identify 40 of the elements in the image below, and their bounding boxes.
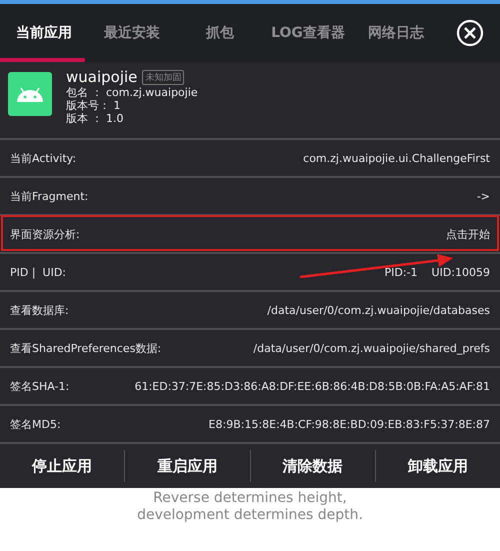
info-row[interactable]: 查看数据库: /data/user/0/com.zj.wuaipojie/databases	[0, 290, 500, 328]
caption-text: Reverse determines height,	[152, 490, 348, 507]
action-button[interactable]: 停止应用	[0, 444, 124, 488]
tab[interactable]: 抓包	[176, 4, 264, 62]
info-row[interactable]: 查看SharedPreferences数据: /data/user/0/com.zj.wuaipojie/shared_prefs	[0, 328, 500, 366]
info-row[interactable]: 界面资源分析: 点击开始	[0, 214, 500, 252]
row-value: com.zj.wuaipojie.ui.ChallengeFirst	[303, 152, 490, 164]
caption-text: development determines depth.	[136, 507, 364, 524]
row-value: /data/user/0/com.zj.wuaipojie/databases	[267, 304, 490, 316]
row-label: PID | UID:	[10, 266, 66, 278]
tab[interactable]: LOG查看器	[264, 4, 352, 62]
row-label: 签名SHA-1:	[10, 378, 70, 394]
row-label: 当前Fragment:	[10, 188, 88, 204]
row-label: 查看SharedPreferences数据:	[10, 340, 162, 356]
protection-tag: 未知加固	[142, 70, 184, 84]
row-label: 查看数据库:	[10, 302, 69, 318]
info-row[interactable]: PID | UID: PID:-1 UID:10059	[0, 252, 500, 290]
app-detail: 版本 ： 1.0	[66, 112, 124, 125]
info-row[interactable]: 签名MD5: E8:9B:15:8E:4B:CF:98:8E:BD:09:EB:83:F5:37:8E:87	[0, 404, 500, 442]
app-detail: 包名 ： com.zj.wuaipojie	[66, 86, 198, 99]
row-value: PID:-1 UID:10059	[384, 266, 490, 278]
row-label: 签名MD5:	[10, 416, 61, 432]
info-row[interactable]: 签名SHA-1: 61:ED:37:7E:85:D3:86:A8:DF:EE:6B:86:4B:D8:5B:0B:FA:A5:AF:81	[0, 366, 500, 404]
row-label: 当前Activity:	[10, 150, 76, 166]
app-detail: 版本号： 1	[66, 99, 122, 112]
row-value: E8:9B:15:8E:4B:CF:98:8E:BD:09:EB:83:F5:37:8E:87	[208, 418, 490, 430]
action-button[interactable]: 卸载应用	[376, 444, 500, 488]
row-value: 点击开始	[446, 226, 490, 242]
info-row[interactable]: 当前Activity: com.zj.wuaipojie.ui.ChallengeFirst	[0, 138, 500, 176]
row-value: 61:ED:37:7E:85:D3:86:A8:DF:EE:6B:86:4B:D8:5B:0B:FA:A5:AF:81	[134, 380, 490, 392]
action-button[interactable]: 重启应用	[125, 444, 250, 488]
info-row[interactable]: 当前Fragment: ->	[0, 176, 500, 214]
tab[interactable]: 最近安装	[88, 4, 176, 62]
action-button[interactable]: 清除数据	[250, 444, 375, 488]
tab[interactable]: 网络日志	[352, 4, 440, 62]
row-label: 界面资源分析:	[10, 226, 80, 242]
tab[interactable]: 当前应用	[0, 4, 88, 62]
row-value: ->	[476, 190, 490, 202]
app-name: wuaipojie	[66, 68, 138, 86]
row-value: /data/user/0/com.zj.wuaipojie/shared_prefs	[253, 342, 490, 354]
